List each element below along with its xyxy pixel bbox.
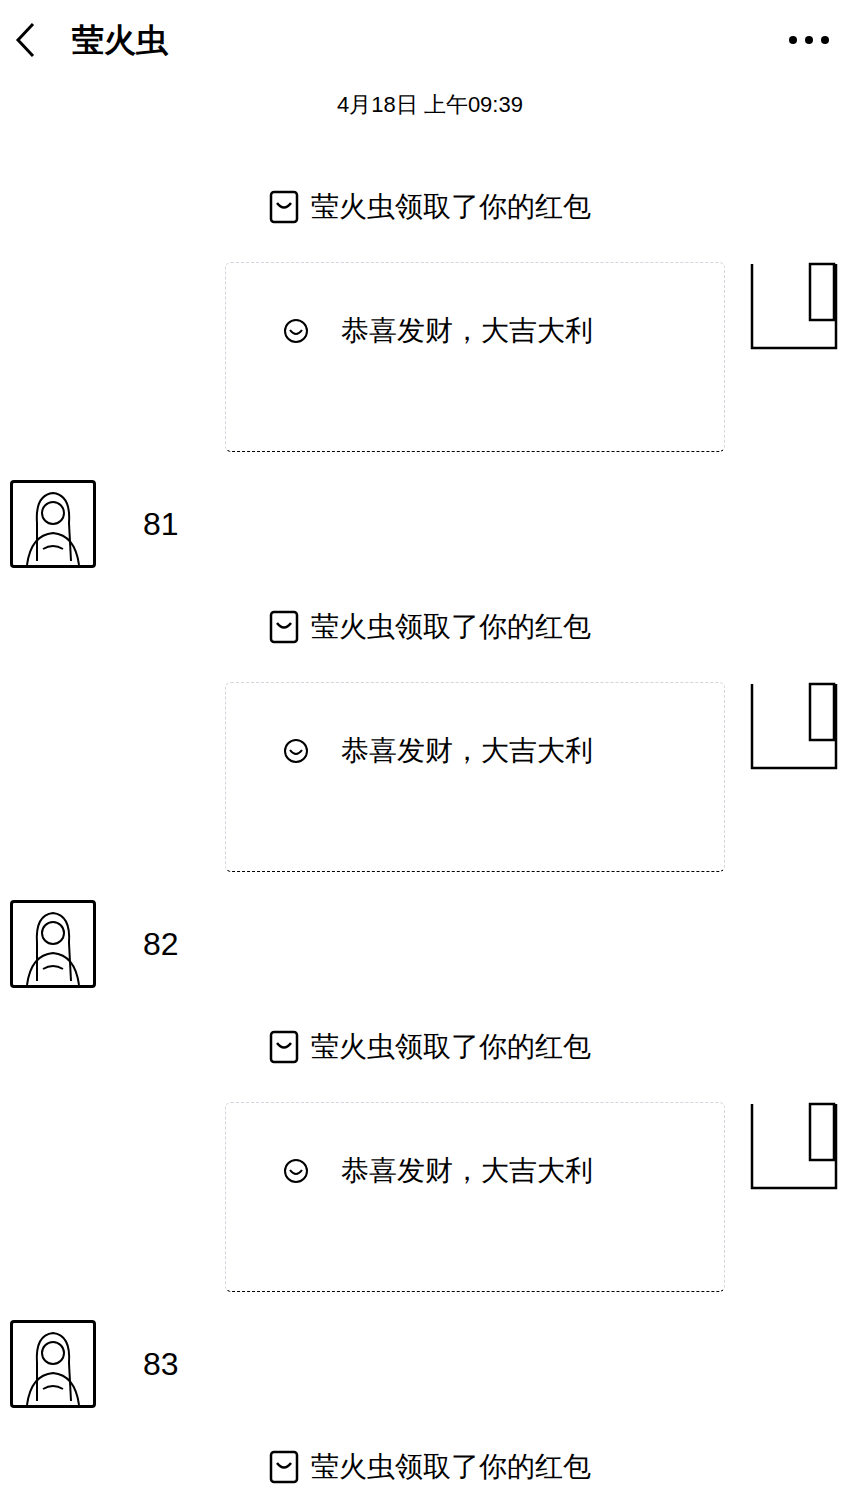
red-packet-icon <box>269 610 299 644</box>
system-message: 莹火虫领取了你的红包 <box>0 182 860 232</box>
text-message: 83 <box>0 1320 860 1408</box>
system-text: 莹火虫领取了你的红包 <box>311 1030 591 1064</box>
red-packet-row: 恭喜发财，大吉大利 <box>0 262 860 452</box>
red-packet-greeting: 恭喜发财，大吉大利 <box>341 314 593 348</box>
text-message: 82 <box>0 900 860 988</box>
red-packet-row: 恭喜发财，大吉大利 <box>0 1102 860 1292</box>
red-packet-icon <box>281 1154 311 1188</box>
red-packet-body: 恭喜发财，大吉大利 <box>226 683 724 818</box>
system-message: 莹火虫领取了你的红包 <box>0 1442 860 1492</box>
red-packet-card[interactable]: 恭喜发财，大吉大利 <box>225 682 725 872</box>
red-packet-icon <box>281 314 311 348</box>
red-packet-card[interactable]: 恭喜发财，大吉大利 <box>225 262 725 452</box>
text-message: 81 <box>0 480 860 568</box>
header-left: 莹火虫 <box>14 20 168 60</box>
system-text: 莹火虫领取了你的红包 <box>311 610 591 644</box>
contact-avatar-icon[interactable] <box>10 1320 96 1408</box>
red-packet-body: 恭喜发财，大吉大利 <box>226 263 724 398</box>
chat-title: 莹火虫 <box>72 20 168 60</box>
contact-avatar-icon[interactable] <box>10 900 96 988</box>
self-avatar-icon[interactable] <box>750 262 838 352</box>
system-message: 莹火虫领取了你的红包 <box>0 1022 860 1072</box>
system-text: 莹火虫领取了你的红包 <box>311 1450 591 1484</box>
back-icon[interactable] <box>14 20 42 60</box>
message-text: 81 <box>143 504 179 544</box>
red-packet-icon <box>281 734 311 768</box>
more-icon[interactable] <box>788 30 830 50</box>
red-packet-icon <box>269 190 299 224</box>
red-packet-icon <box>269 1450 299 1484</box>
red-packet-icon <box>269 1030 299 1064</box>
red-packet-greeting: 恭喜发财，大吉大利 <box>341 734 593 768</box>
system-message: 莹火虫领取了你的红包 <box>0 602 860 652</box>
red-packet-greeting: 恭喜发财，大吉大利 <box>341 1154 593 1188</box>
timestamp: 4月18日 上午09:39 <box>337 92 523 118</box>
system-text: 莹火虫领取了你的红包 <box>311 190 591 224</box>
red-packet-body: 恭喜发财，大吉大利 <box>226 1103 724 1238</box>
message-text: 83 <box>143 1344 179 1384</box>
timestamp-row: 4月18日 上午09:39 <box>0 80 860 148</box>
message-text: 82 <box>143 924 179 964</box>
self-avatar-icon[interactable] <box>750 682 838 772</box>
header-bar: 莹火虫 <box>0 0 860 80</box>
red-packet-card[interactable]: 恭喜发财，大吉大利 <box>225 1102 725 1292</box>
red-packet-row: 恭喜发财，大吉大利 <box>0 682 860 872</box>
self-avatar-icon[interactable] <box>750 1102 838 1192</box>
contact-avatar-icon[interactable] <box>10 480 96 568</box>
